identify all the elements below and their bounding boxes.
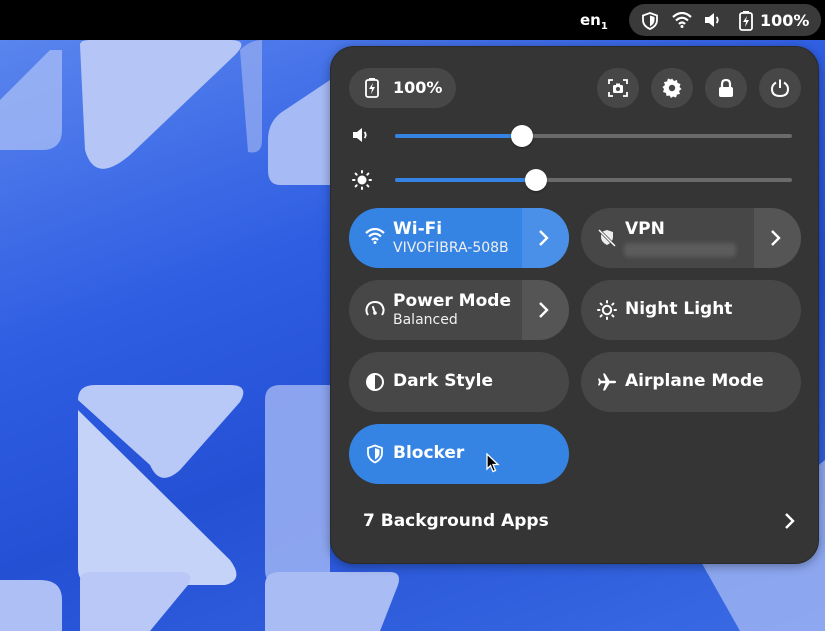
battery-label: 100% (393, 78, 443, 97)
volume-slider-fill (395, 134, 523, 138)
airplane-icon (597, 372, 617, 396)
shield-icon (641, 12, 659, 34)
tile-airplane-mode[interactable]: Airplane Mode (581, 352, 801, 412)
chevron-right-icon (785, 513, 795, 529)
tile-power-mode-title: Power Mode (393, 291, 511, 311)
volume-slider[interactable] (395, 125, 792, 147)
tile-blocker-title: Blocker (393, 443, 465, 463)
chevron-right-icon (539, 230, 549, 246)
dark-style-icon (365, 372, 385, 396)
screenshot-icon (608, 79, 628, 97)
tile-vpn-title: VPN (625, 219, 665, 239)
tile-night-light[interactable]: Night Light (581, 280, 801, 340)
tile-airplane-mode-title: Airplane Mode (625, 371, 764, 391)
battery-icon (364, 78, 380, 102)
system-status-menu[interactable]: 100% (629, 4, 821, 36)
brightness-slider-fill (395, 178, 536, 182)
power-icon (770, 79, 790, 98)
settings-button[interactable] (651, 68, 693, 108)
shield-icon (365, 444, 385, 468)
top-bar: en1 100% (0, 0, 825, 40)
brightness-slider[interactable] (395, 169, 792, 191)
background-apps-label: 7 Background Apps (363, 511, 549, 531)
wifi-icon (672, 11, 692, 32)
background-apps-button[interactable]: 7 Background Apps (349, 497, 801, 543)
tile-night-light-title: Night Light (625, 299, 733, 319)
settings-icon (662, 78, 682, 98)
volume-icon (352, 127, 370, 147)
tile-dark-style-title: Dark Style (393, 371, 493, 391)
tile-wifi[interactable]: Wi-Fi VIVOFIBRA-508B (349, 208, 569, 268)
power-button[interactable] (759, 68, 801, 108)
vpn-off-icon (597, 228, 617, 252)
brightness-slider-handle[interactable] (524, 169, 547, 191)
tile-power-mode-value: Balanced (393, 312, 458, 328)
battery-status-button[interactable]: 100% (349, 68, 456, 108)
tile-dark-style[interactable]: Dark Style (349, 352, 569, 412)
battery-percent: 100% (760, 11, 810, 30)
brightness-icon (352, 170, 372, 194)
tile-wifi-network: VIVOFIBRA-508B (393, 240, 509, 256)
volume-slider-handle[interactable] (511, 125, 534, 147)
battery-icon (738, 11, 754, 35)
tile-power-mode[interactable]: Power Mode Balanced (349, 280, 569, 340)
lock-icon (719, 78, 733, 97)
night-light-icon (597, 300, 617, 324)
keyboard-layout-indicator[interactable]: en1 (580, 11, 608, 32)
volume-icon (704, 12, 722, 32)
power-mode-icon (365, 300, 385, 324)
tile-wifi-title: Wi-Fi (393, 219, 443, 239)
chevron-right-icon (771, 230, 781, 246)
wifi-menu-button[interactable] (522, 208, 569, 268)
vpn-name-redacted (624, 243, 736, 257)
mouse-cursor-icon (486, 453, 500, 473)
tile-blocker[interactable]: Blocker (349, 424, 569, 484)
tile-vpn[interactable]: VPN (581, 208, 801, 268)
power-mode-menu-button[interactable] (522, 280, 569, 340)
wifi-icon (365, 227, 385, 248)
screenshot-button[interactable] (597, 68, 639, 108)
lock-button[interactable] (705, 68, 747, 108)
vpn-menu-button[interactable] (754, 208, 801, 268)
quick-settings-panel: 100% Wi-Fi VIVOFIBRA-508B VPN Power Mode… (330, 46, 819, 564)
chevron-right-icon (539, 302, 549, 318)
